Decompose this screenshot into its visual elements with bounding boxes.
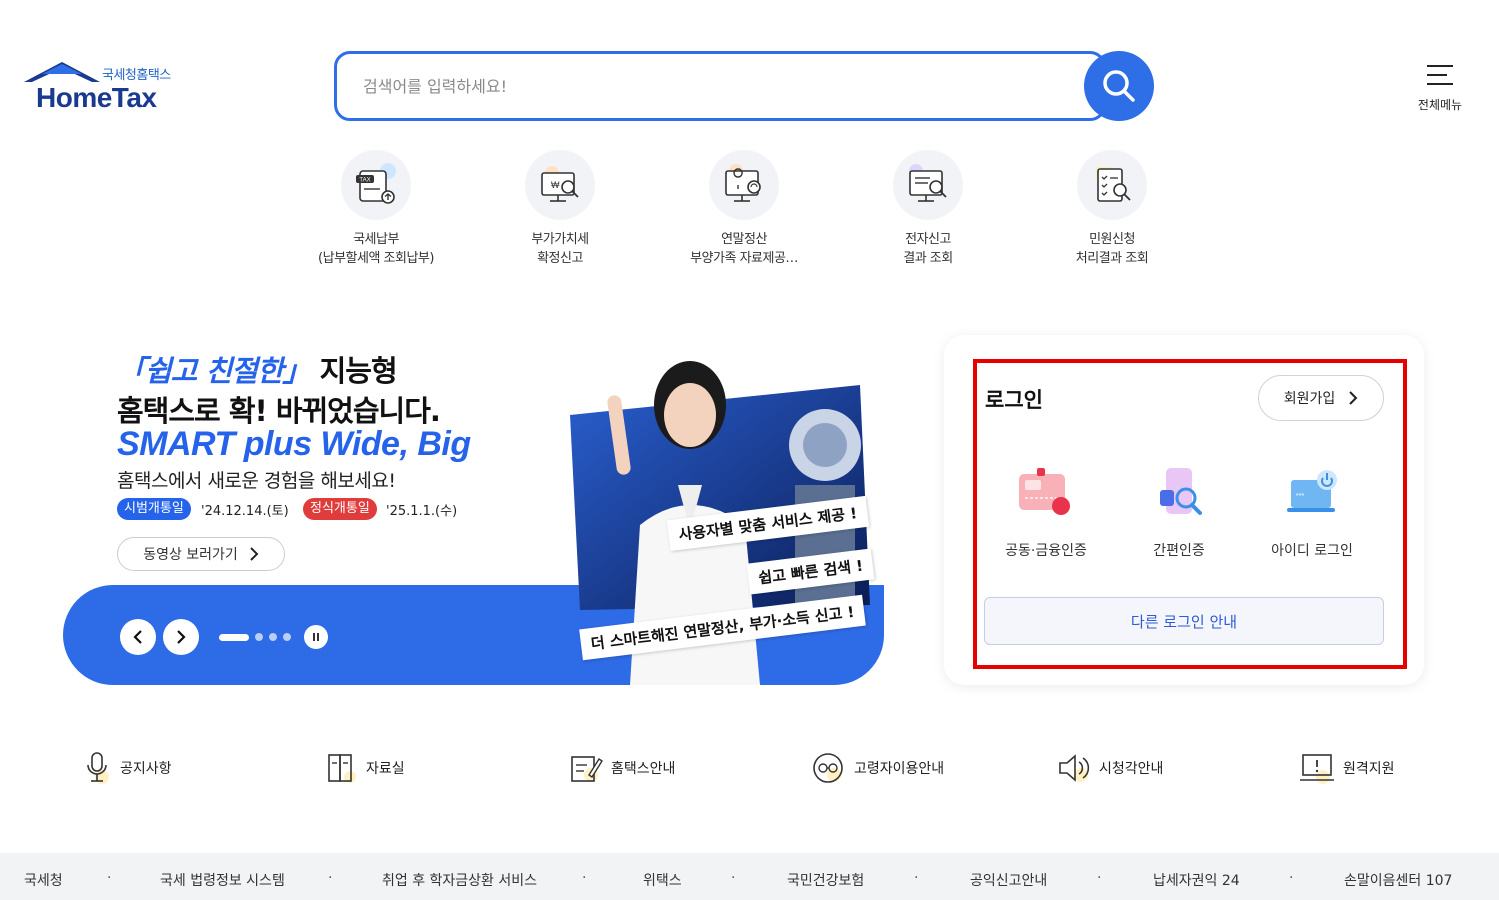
hero-title-line3: SMART plus Wide, Big [117, 425, 471, 463]
footer-link-student-loan[interactable]: 취업 후 학자금상환 서비스 [382, 870, 537, 890]
join-button-label: 회원가입 [1283, 391, 1336, 407]
footer-link-wetax[interactable]: 위택스 [643, 870, 682, 890]
search-button[interactable] [1084, 51, 1154, 121]
trial-open-badge: 시범개통일 [117, 498, 191, 520]
chevron-right-icon [250, 547, 259, 561]
id-login-option[interactable]: *** 아이디 로그인 [1252, 462, 1372, 560]
chevron-right-icon [1349, 391, 1358, 405]
hometax-logo[interactable]: 국세청홈택스 HomeTax [22, 60, 187, 115]
speaker-icon [1059, 754, 1090, 782]
hero-title-line2: 홈택스로 확! 바뀌었습니다. [117, 394, 441, 428]
hero-title-line1: 「쉽고 친절한」 지능형 [117, 348, 398, 390]
hamburger-icon [1427, 65, 1453, 85]
certificate-login-option[interactable]: 공동·금융인증 [986, 462, 1106, 560]
search-input[interactable] [363, 72, 1043, 100]
quick-menu-label: 부가가치세 확정신고 [531, 232, 589, 266]
vat-report-icon: ₩ [525, 150, 595, 220]
util-hometax-guide-label: 홈택스안내 [611, 761, 676, 777]
chevron-right-icon [177, 630, 186, 644]
official-open-badge: 정식개통일 [303, 498, 377, 520]
archive-icon [328, 754, 356, 783]
civil-petition-icon [1077, 150, 1147, 220]
svg-text:₩: ₩ [551, 180, 560, 190]
remote-support-icon [1300, 754, 1334, 784]
all-menu-label: 전체메뉴 [1417, 98, 1463, 112]
footer-separator: · [914, 870, 919, 886]
hero-title-rest: 지능형 [310, 354, 398, 388]
guide-icon [571, 756, 603, 782]
tax-payment-icon: TAX [341, 150, 411, 220]
quick-menu-label: 국세납부 (납부할세액 조회납부) [318, 232, 434, 266]
slide-indicator [219, 633, 291, 641]
join-button[interactable]: 회원가입 [1258, 375, 1384, 421]
video-button[interactable]: 동영상 보러가기 [117, 537, 285, 571]
hero-title-highlight: 「쉽고 친절한」 [117, 354, 311, 388]
quick-menu-tax-payment[interactable]: TAX 국세납부 (납부할세액 조회납부) [296, 150, 456, 268]
login-title: 로그인 [985, 388, 1043, 412]
svg-text:***: *** [1296, 493, 1304, 500]
prev-slide-button[interactable] [120, 619, 156, 655]
footer-separator: · [328, 870, 333, 886]
simple-auth-login-option[interactable]: 간편인증 [1119, 462, 1239, 560]
util-notice-label: 공지사항 [120, 761, 172, 777]
footer-separator: · [1289, 870, 1294, 886]
footer-separator: · [582, 870, 587, 886]
logo-en-text: HomeTax [36, 82, 157, 113]
quick-menu-label: 민원신청 처리결과 조회 [1075, 232, 1149, 266]
certificate-login-label: 공동·금융인증 [1005, 543, 1087, 559]
official-open-date: '25.1.1.(수) [386, 504, 458, 519]
util-hometax-guide[interactable]: 홈택스안내 [569, 750, 675, 786]
util-remote-support-label: 원격지원 [1343, 761, 1395, 777]
pause-icon [313, 633, 319, 641]
hero-subtitle: 홈택스에서 새로운 경험을 해보세요! [117, 470, 396, 492]
certificate-icon [1011, 462, 1081, 524]
footer-link-taxpayer-rights[interactable]: 납세자권익 24 [1153, 870, 1240, 890]
e-filing-result-icon [893, 150, 963, 220]
util-archive[interactable]: 자료실 [326, 750, 405, 786]
quick-menu-label: 전자신고 결과 조회 [903, 232, 953, 266]
util-remote-support[interactable]: 원격지원 [1299, 750, 1395, 786]
footer-link-whistleblower[interactable]: 공익신고안내 [970, 870, 1047, 890]
trial-open-date: '24.12.14.(토) [201, 504, 289, 519]
svg-text:TAX: TAX [359, 178, 370, 184]
quick-menu-year-end-settlement[interactable]: 연말정산 부양가족 자료제공… [664, 150, 824, 268]
quick-menu-e-filing-result[interactable]: 전자신고 결과 조회 [848, 150, 1008, 268]
pause-slide-button[interactable] [304, 625, 328, 649]
quick-menu-vat-report[interactable]: ₩ 부가가치세 확정신고 [480, 150, 640, 268]
simple-auth-icon [1144, 462, 1214, 524]
microphone-icon [87, 752, 109, 784]
slide-dot[interactable] [255, 633, 263, 641]
search-icon [1103, 70, 1135, 102]
id-login-label: 아이디 로그인 [1271, 543, 1353, 559]
logo-kr-text: 국세청홈택스 [102, 68, 171, 83]
util-notice[interactable]: 공지사항 [84, 750, 172, 786]
slide-dot-active[interactable] [219, 633, 249, 641]
chevron-left-icon [133, 630, 142, 644]
footer-link-tax-law[interactable]: 국세 법령정보 시스템 [160, 870, 285, 890]
id-login-icon: *** [1277, 462, 1347, 524]
slide-dot[interactable] [269, 633, 277, 641]
quick-menu-label: 연말정산 부양가족 자료제공… [690, 232, 798, 266]
search-bar [334, 51, 1106, 121]
util-audiovisual-guide[interactable]: 시청각안내 [1057, 750, 1163, 786]
footer-link-health-insurance[interactable]: 국민건강보험 [787, 870, 864, 890]
year-end-settlement-icon [709, 150, 779, 220]
simple-auth-login-label: 간편인증 [1153, 543, 1205, 559]
util-senior-guide[interactable]: 고령자이용안내 [812, 750, 944, 786]
util-archive-label: 자료실 [366, 761, 405, 777]
senior-icon [813, 753, 843, 783]
next-slide-button[interactable] [163, 619, 199, 655]
footer-separator: · [731, 870, 736, 886]
footer-link-nts[interactable]: 국세청 [24, 870, 63, 890]
video-button-label: 동영상 보러가기 [143, 547, 238, 563]
util-senior-guide-label: 고령자이용안내 [854, 761, 945, 777]
quick-menu-civil-petition[interactable]: 민원신청 처리결과 조회 [1032, 150, 1192, 268]
util-audiovisual-guide-label: 시청각안내 [1099, 761, 1164, 777]
footer-separator: · [107, 870, 112, 886]
slide-dot[interactable] [283, 633, 291, 641]
other-login-guide-button[interactable]: 다른 로그인 안내 [984, 597, 1384, 645]
all-menu-button[interactable]: 전체메뉴 [1410, 60, 1470, 112]
footer-separator: · [1097, 870, 1102, 886]
footer-link-relay-center[interactable]: 손말이음센터 107 [1344, 870, 1452, 890]
